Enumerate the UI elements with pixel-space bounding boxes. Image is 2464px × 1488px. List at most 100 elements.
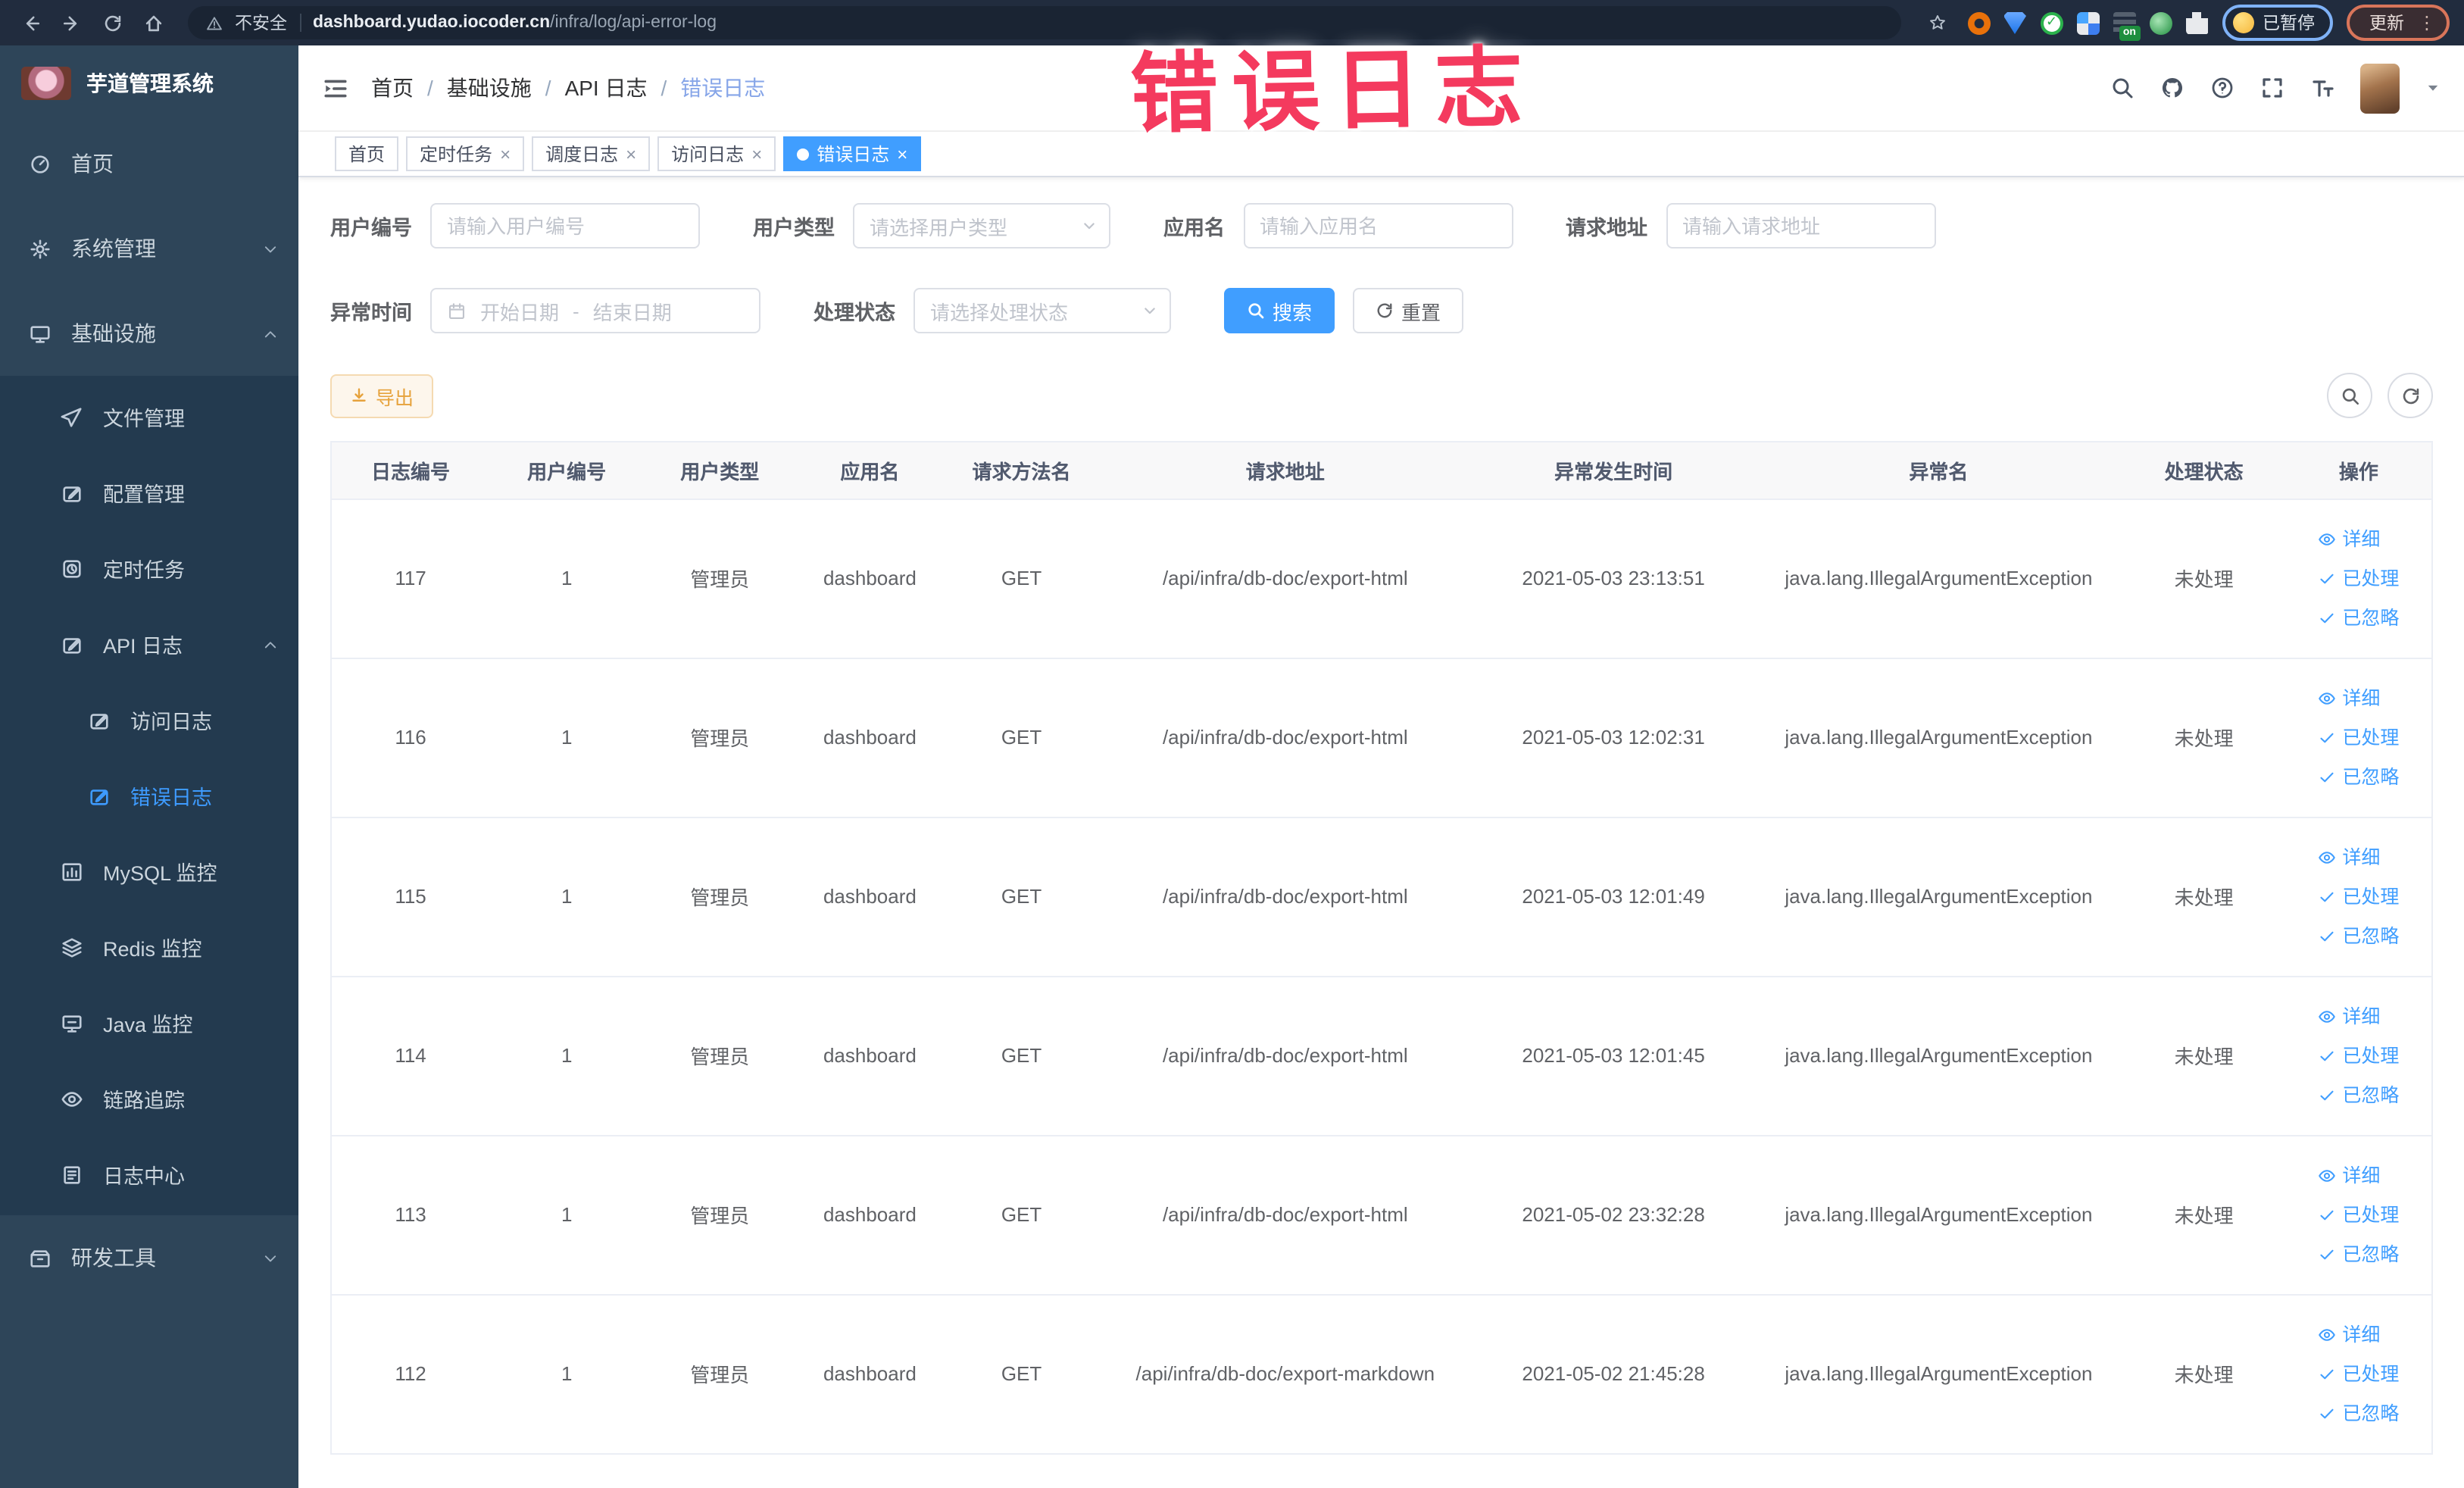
star-icon[interactable]	[1922, 7, 1953, 39]
forward-icon[interactable]	[56, 7, 88, 39]
search-toggle-icon[interactable]	[2327, 373, 2372, 418]
home-icon[interactable]	[138, 7, 170, 39]
action-已处理[interactable]: 已处理	[2318, 877, 2399, 916]
puzzle-extension-icon[interactable]	[2185, 11, 2208, 34]
paused-badge-label: 已暂停	[2263, 15, 2315, 33]
page-url[interactable]: dashboard.yudao.iocoder.cn/infra/log/api…	[313, 14, 717, 32]
sidebar-item-首页[interactable]: 首页	[0, 121, 298, 206]
close-icon[interactable]: ×	[897, 145, 907, 163]
request-url-input[interactable]	[1666, 203, 1935, 249]
address-bar[interactable]: 不安全 dashboard.yudao.iocoder.cn/infra/log…	[188, 6, 1900, 39]
sidebar-item-java-监控[interactable]: Java 监控	[0, 985, 298, 1061]
sidebar-item-访问日志[interactable]: 访问日志	[0, 682, 298, 758]
grid-extension-icon[interactable]	[2076, 11, 2099, 34]
action-已忽略[interactable]: 已忽略	[2318, 1234, 2399, 1274]
sidebar-item-mysql-监控[interactable]: MySQL 监控	[0, 833, 298, 909]
app-name-input[interactable]	[1243, 203, 1513, 249]
sidebar-item-redis-监控[interactable]: Redis 监控	[0, 909, 298, 985]
cell-method: GET	[944, 817, 1099, 977]
action-已处理[interactable]: 已处理	[2318, 1036, 2399, 1075]
action-已忽略[interactable]: 已忽略	[2318, 757, 2399, 796]
sidebar-item-定时任务[interactable]: 定时任务	[0, 530, 298, 606]
column-header: 日志编号	[332, 442, 490, 499]
breadcrumb-item[interactable]: 首页	[371, 73, 414, 103]
action-已处理[interactable]: 已处理	[2318, 1354, 2399, 1393]
action-已处理[interactable]: 已处理	[2318, 558, 2399, 598]
user-id-input[interactable]	[430, 203, 700, 249]
request-url-label: 请求地址	[1566, 217, 1647, 239]
breadcrumb-item[interactable]: API 日志	[565, 73, 648, 103]
action-已处理[interactable]: 已处理	[2318, 717, 2399, 757]
fullscreen-icon[interactable]	[2260, 76, 2284, 100]
action-已忽略[interactable]: 已忽略	[2318, 598, 2399, 637]
sidebar-item-错误日志[interactable]: 错误日志	[0, 758, 298, 833]
action-已忽略[interactable]: 已忽略	[2318, 1393, 2399, 1433]
cell-status: 未处理	[2122, 976, 2286, 1136]
tab-首页[interactable]: 首页	[335, 136, 399, 171]
date-range-picker[interactable]: 开始日期 - 结束日期	[430, 288, 760, 333]
refresh-icon[interactable]	[2387, 373, 2433, 418]
reset-button[interactable]: 重置	[1353, 288, 1464, 333]
green-check-extension-icon[interactable]	[2040, 11, 2063, 34]
action-已忽略[interactable]: 已忽略	[2318, 1075, 2399, 1114]
security-label[interactable]: 不安全	[235, 11, 287, 35]
action-详细[interactable]: 详细	[2318, 678, 2380, 717]
tab-访问日志[interactable]: 访问日志 ×	[657, 136, 776, 171]
sidebar-item-链路追踪[interactable]: 链路追踪	[0, 1061, 298, 1136]
close-icon[interactable]: ×	[626, 145, 636, 163]
cell-log-id: 117	[332, 499, 490, 658]
font-size-icon[interactable]	[2310, 76, 2334, 100]
browser-menu-icon[interactable]: ⋮	[2418, 14, 2436, 32]
update-button[interactable]: 更新 ⋮	[2347, 5, 2450, 41]
sidebar-item-系统管理[interactable]: 系统管理	[0, 206, 298, 291]
tab-错误日志[interactable]: 错误日志 ×	[783, 136, 922, 171]
check-icon	[2318, 1205, 2336, 1224]
sidebar-item-label: API 日志	[103, 635, 183, 658]
orange-ring-extension-icon[interactable]	[1967, 11, 1990, 34]
user-type-select[interactable]: 请选择用户类型	[853, 203, 1110, 249]
action-详细[interactable]: 详细	[2318, 837, 2380, 877]
tab-调度日志[interactable]: 调度日志 ×	[532, 136, 651, 171]
tab-label: 定时任务	[420, 144, 493, 165]
sidebar-item-文件管理[interactable]: 文件管理	[0, 379, 298, 455]
start-date-placeholder[interactable]: 开始日期	[480, 296, 559, 325]
action-详细[interactable]: 详细	[2318, 996, 2380, 1036]
process-status-select[interactable]: 请选择处理状态	[913, 288, 1171, 333]
sidebar-item-基础设施[interactable]: 基础设施	[0, 291, 298, 376]
onbar-extension-icon[interactable]: on	[2113, 11, 2140, 40]
cell-app-name: dashboard	[795, 1135, 945, 1295]
action-已处理[interactable]: 已处理	[2318, 1195, 2399, 1234]
process-status-placeholder: 请选择处理状态	[930, 301, 1069, 324]
export-button[interactable]: 导出	[330, 374, 434, 417]
chevron-down-icon[interactable]	[2425, 80, 2441, 95]
search-button[interactable]: 搜索	[1224, 288, 1335, 333]
paused-badge[interactable]: 已暂停	[2222, 5, 2333, 41]
close-icon[interactable]: ×	[500, 145, 511, 163]
sidebar-item-日志中心[interactable]: 日志中心	[0, 1136, 298, 1212]
action-详细[interactable]: 详细	[2318, 1155, 2380, 1195]
user-avatar[interactable]	[2360, 63, 2400, 113]
close-icon[interactable]: ×	[751, 145, 762, 163]
blue-shield-extension-icon[interactable]	[2003, 11, 2026, 34]
action-已忽略[interactable]: 已忽略	[2318, 916, 2399, 955]
search-icon[interactable]	[2110, 76, 2135, 100]
github-icon[interactable]	[2160, 76, 2184, 100]
main-area: 首页 / 基础设施 / API 日志 / 错误日志 首页 定时任务 × 调度日志 × 访问日志 × 错误日…	[298, 45, 2464, 1488]
breadcrumb-item[interactable]: 基础设施	[447, 73, 532, 103]
cell-user-type: 管理员	[644, 499, 796, 658]
reload-icon[interactable]	[97, 7, 129, 39]
sidebar-logo[interactable]: 芋道管理系统	[0, 45, 298, 121]
sidebar-item-api-日志[interactable]: API 日志	[0, 606, 298, 682]
sidebar-item-研发工具[interactable]: 研发工具	[0, 1215, 298, 1300]
sidebar-item-配置管理[interactable]: 配置管理	[0, 455, 298, 530]
back-icon[interactable]	[15, 7, 47, 39]
action-详细[interactable]: 详细	[2318, 519, 2380, 558]
help-icon[interactable]	[2210, 76, 2234, 100]
tab-定时任务[interactable]: 定时任务 ×	[406, 136, 525, 171]
hamburger-icon[interactable]	[323, 75, 348, 101]
green-sprout-extension-icon[interactable]	[2149, 11, 2172, 34]
cell-url: /api/infra/db-doc/export-html	[1098, 658, 1472, 817]
action-详细[interactable]: 详细	[2318, 1315, 2380, 1354]
calendar-icon	[447, 301, 467, 320]
end-date-placeholder[interactable]: 结束日期	[593, 296, 672, 325]
